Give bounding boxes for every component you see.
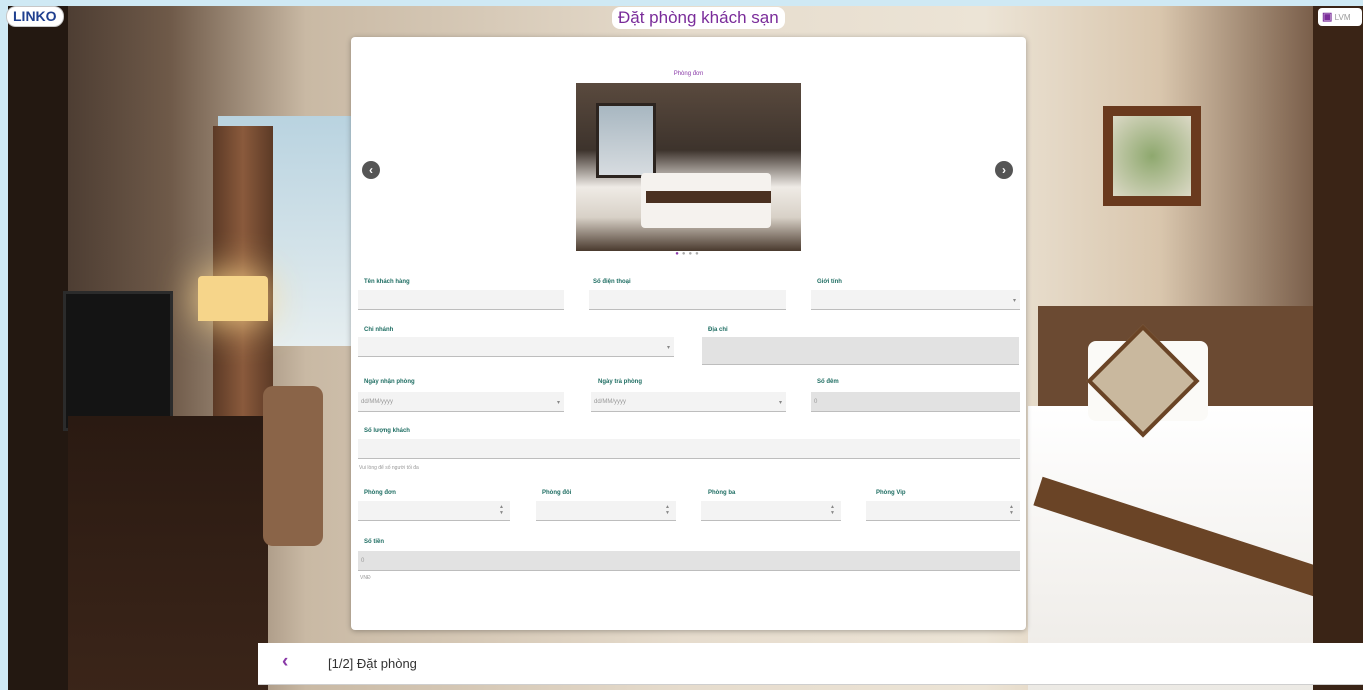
guests-label: Số lượng khách: [364, 428, 410, 434]
triple-room-stepper[interactable]: ▲ ▼: [701, 501, 841, 521]
single-room-label: Phòng đơn: [364, 490, 396, 496]
user-icon: ▣: [1322, 11, 1333, 23]
nights-input: 0: [811, 392, 1020, 412]
vip-room-label: Phòng Vip: [876, 490, 906, 496]
guests-hint: Vui lòng để số người tối đa: [359, 465, 419, 471]
room-photo: [576, 83, 801, 251]
total-label: Số tiền: [364, 539, 385, 545]
gender-select[interactable]: ▾: [811, 290, 1020, 310]
double-room-label: Phòng đôi: [542, 490, 572, 496]
dropdown-arrow-icon: ▾: [666, 345, 670, 351]
stepper-icon[interactable]: ▲ ▼: [499, 504, 504, 516]
chevron-right-icon: ›: [1002, 163, 1006, 177]
user-chip-label: LVM: [1334, 13, 1351, 22]
phone-input[interactable]: [589, 290, 786, 310]
back-button[interactable]: ‹: [282, 651, 288, 673]
carousel-next-button[interactable]: ›: [995, 161, 1013, 179]
user-menu[interactable]: ▣ LVM: [1318, 8, 1362, 26]
carousel-dot-1[interactable]: ●: [675, 251, 682, 257]
chevron-left-icon: ‹: [369, 163, 373, 177]
chevron-left-icon: ‹: [282, 651, 289, 672]
carousel-dot-4[interactable]: ●: [695, 251, 702, 257]
carousel-caption: Phòng đơn: [673, 71, 704, 77]
customer-name-input[interactable]: [358, 290, 564, 310]
carousel-dot-2[interactable]: ●: [682, 251, 689, 257]
branch-select[interactable]: ▾: [358, 337, 674, 357]
dropdown-arrow-icon: ▾: [778, 400, 782, 406]
booking-form-card: Phòng đơn ●●●● ‹ › Tên khách hàng Số điệ…: [351, 37, 1026, 630]
vip-room-stepper[interactable]: ▲ ▼: [866, 501, 1020, 521]
customer-name-label: Tên khách hàng: [364, 279, 410, 285]
checkin-label: Ngày nhận phòng: [364, 379, 415, 385]
guests-input[interactable]: [358, 439, 1020, 459]
page-title: Đặt phòng khách sạn: [612, 7, 785, 29]
total-input: 0: [358, 551, 1020, 571]
carousel-indicators[interactable]: ●●●●: [351, 251, 1026, 257]
carousel-prev-button[interactable]: ‹: [362, 161, 380, 179]
triple-room-label: Phòng ba: [708, 490, 736, 496]
single-room-stepper[interactable]: ▲ ▼: [358, 501, 510, 521]
address-input[interactable]: [702, 337, 1019, 365]
phone-label: Số điện thoại: [593, 279, 631, 285]
total-unit: VNĐ: [360, 575, 371, 581]
branch-label: Chi nhánh: [364, 327, 394, 333]
double-room-stepper[interactable]: ▲ ▼: [536, 501, 676, 521]
stepper-icon[interactable]: ▲ ▼: [1009, 504, 1014, 516]
step-indicator: [1/2] Đặt phòng: [328, 656, 417, 671]
checkin-date-input[interactable]: dd/MM/yyyy ▾: [358, 392, 564, 412]
dropdown-arrow-icon: ▾: [556, 400, 560, 406]
checkout-label: Ngày trả phòng: [598, 379, 643, 385]
app-logo[interactable]: LINKO: [6, 6, 64, 27]
gender-label: Giới tính: [817, 279, 842, 285]
wizard-footer: ‹ [1/2] Đặt phòng: [258, 643, 1363, 685]
dropdown-arrow-icon: ▾: [1012, 298, 1016, 304]
stepper-icon[interactable]: ▲ ▼: [830, 504, 835, 516]
nights-label: Số đêm: [817, 379, 839, 385]
checkout-date-input[interactable]: dd/MM/yyyy ▾: [591, 392, 786, 412]
stepper-icon[interactable]: ▲ ▼: [665, 504, 670, 516]
address-label: Địa chỉ: [708, 327, 728, 333]
